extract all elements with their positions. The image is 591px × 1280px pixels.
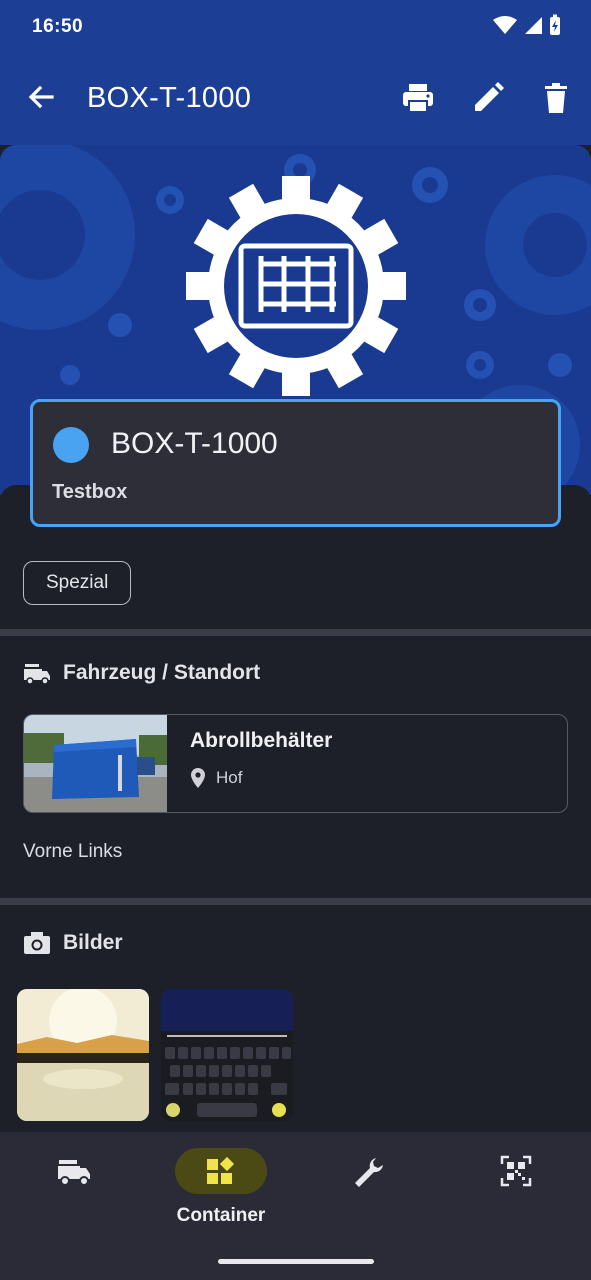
vehicle-card[interactable]: Abrollbehälter Hof xyxy=(23,714,568,813)
wifi-icon xyxy=(493,16,517,34)
tag-chip[interactable]: Spezial xyxy=(23,561,132,605)
page-title: BOX-T-1000 xyxy=(87,82,252,114)
container-name-card[interactable]: BOX-T-1000 Testbox xyxy=(30,399,561,527)
nav-container[interactable]: Container xyxy=(171,1148,271,1238)
images-section-title: Bilder xyxy=(63,931,123,954)
container-description: Testbox xyxy=(52,481,128,503)
location-pin-icon xyxy=(191,768,205,788)
status-dot xyxy=(53,427,89,463)
divider xyxy=(0,898,591,905)
cell-signal-icon xyxy=(525,17,542,34)
gallery-image-keyboard[interactable] xyxy=(161,989,293,1121)
vehicle-location: Hof xyxy=(190,768,242,788)
battery-icon xyxy=(550,14,560,35)
vehicle-photo xyxy=(24,715,167,812)
app-bar: BOX-T-1000 xyxy=(0,60,591,140)
vehicle-section-header: Fahrzeug / Standort xyxy=(23,661,260,685)
image-gallery xyxy=(17,989,293,1121)
wrench-icon xyxy=(355,1158,383,1187)
vehicle-name: Abrollbehälter xyxy=(190,729,333,752)
back-arrow-icon[interactable] xyxy=(20,78,60,118)
container-name: BOX-T-1000 xyxy=(111,427,278,460)
fire-truck-icon xyxy=(24,664,50,685)
nav-label: Container xyxy=(176,1205,266,1226)
edit-icon[interactable] xyxy=(470,80,506,116)
location-text: Hof xyxy=(216,768,243,787)
container-gear-logo xyxy=(186,176,406,396)
qr-code-scanner-icon xyxy=(500,1155,532,1187)
gallery-image-landscape[interactable] xyxy=(17,989,149,1121)
divider xyxy=(0,629,591,636)
print-icon[interactable] xyxy=(400,80,436,116)
top-app-area: 16:50 BOX-T-1000 xyxy=(0,0,591,145)
nav-tools[interactable] xyxy=(318,1148,418,1238)
images-section-header: Bilder xyxy=(23,931,123,955)
vehicle-section-title: Fahrzeug / Standort xyxy=(63,661,261,684)
fire-truck-icon xyxy=(58,1160,90,1186)
widgets-icon xyxy=(207,1156,235,1184)
content-area: Spezial Fahrzeug / Standort Abrollbehält… xyxy=(0,485,591,1135)
status-icons xyxy=(493,14,561,36)
bottom-navigation: Container xyxy=(0,1132,591,1280)
nav-vehicles[interactable] xyxy=(24,1148,124,1238)
status-time: 16:50 xyxy=(32,16,84,37)
delete-icon[interactable] xyxy=(538,80,574,116)
position-note: Vorne Links xyxy=(23,841,123,862)
nav-qr-scan[interactable] xyxy=(466,1148,566,1238)
camera-icon xyxy=(24,932,50,954)
status-bar: 16:50 xyxy=(0,0,591,52)
screen: 16:50 BOX-T-1000 Spezial Fahrzeug / Stan… xyxy=(0,0,591,1280)
gesture-handle[interactable] xyxy=(218,1259,374,1264)
